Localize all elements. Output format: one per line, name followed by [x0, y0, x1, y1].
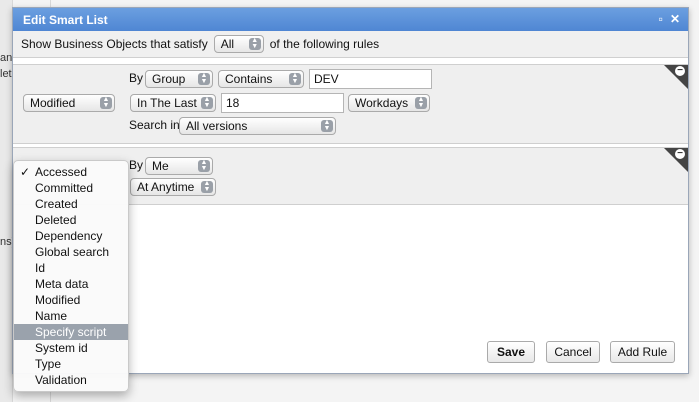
remove-rule-icon[interactable]: −	[675, 66, 685, 76]
search-in-value: All versions	[186, 119, 248, 133]
menu-item-label: Validation	[35, 373, 87, 387]
chevron-updown-icon: ▲ ▼	[289, 72, 301, 85]
match-select-value: Contains	[225, 72, 273, 86]
maximize-icon[interactable]: ▫	[659, 12, 663, 26]
time-mode-value: In The Last	[137, 96, 197, 110]
time-mode-value: At Anytime	[137, 180, 195, 194]
time-unit-select[interactable]: Workdays ▲ ▼	[348, 94, 430, 112]
menu-item-label: Type	[35, 357, 62, 371]
menu-item-label: Meta data	[35, 277, 89, 291]
add-rule-button[interactable]: Add Rule	[610, 341, 675, 363]
menu-item-label: Accessed	[35, 165, 88, 179]
menu-item[interactable]: Committed	[14, 180, 128, 196]
menu-item[interactable]: Created	[14, 196, 128, 212]
condition-bar: Show Business Objects that satisfy All ▲…	[13, 31, 688, 58]
rule-type-value: Modified	[30, 96, 76, 110]
menu-item[interactable]: Modified	[14, 292, 128, 308]
menu-item[interactable]: Id	[14, 260, 128, 276]
chevron-updown-icon: ▲ ▼	[415, 96, 427, 109]
by-select[interactable]: Me ▲ ▼	[145, 157, 213, 175]
dialog-titlebar[interactable]: Edit Smart List ▫ ✕	[13, 8, 688, 31]
menu-item-label: Created	[35, 197, 78, 211]
menu-item[interactable]: Name	[14, 308, 128, 324]
condition-select[interactable]: All ▲ ▼	[213, 35, 264, 53]
remove-rule-icon[interactable]: −	[675, 149, 685, 159]
time-mode-select[interactable]: In The Last ▲ ▼	[130, 94, 216, 112]
by-select-value: Group	[152, 72, 186, 86]
menu-item[interactable]: Global search	[14, 244, 128, 260]
chevron-updown-icon: ▲ ▼	[100, 96, 112, 109]
checkmark-icon: ✓	[20, 165, 31, 179]
cancel-button[interactable]: Cancel	[546, 341, 600, 363]
menu-item-label: Global search	[35, 245, 110, 259]
menu-item[interactable]: Meta data	[14, 276, 128, 292]
condition-suffix: of the following rules	[269, 37, 380, 51]
by-label: By	[129, 158, 144, 172]
search-in-label: Search in	[129, 118, 180, 132]
menu-item-label: Modified	[35, 293, 81, 307]
menu-item-label: Committed	[35, 181, 94, 195]
menu-item-label: Name	[35, 309, 68, 323]
match-text-input[interactable]: DEV	[309, 69, 432, 89]
menu-item[interactable]: Specify script	[14, 324, 128, 340]
chevron-updown-icon: ▲ ▼	[201, 180, 213, 193]
chevron-updown-icon: ▲ ▼	[201, 96, 213, 109]
rule-row: − Modified ▲ ▼ By Group ▲ ▼ Contains ▲ ▼ DE…	[13, 64, 688, 144]
background-text: an	[0, 52, 13, 64]
by-label: By	[129, 71, 144, 85]
menu-item-label: System id	[35, 341, 88, 355]
time-unit-value: Workdays	[355, 96, 409, 110]
menu-item[interactable]: System id	[14, 340, 128, 356]
match-select[interactable]: Contains ▲ ▼	[218, 70, 304, 88]
rule-type-dropdown-menu: ✓ Accessed Committed Created Deleted Dependen…	[13, 160, 129, 392]
close-icon[interactable]: ✕	[670, 12, 680, 26]
menu-item[interactable]: Deleted	[14, 212, 128, 228]
menu-item[interactable]: ✓ Accessed	[14, 164, 128, 180]
save-button[interactable]: Save	[487, 341, 535, 363]
menu-item-label: Specify script	[35, 325, 107, 339]
menu-item[interactable]: Type	[14, 356, 128, 372]
menu-item-label: Dependency	[35, 229, 103, 243]
chevron-updown-icon: ▲ ▼	[248, 37, 261, 50]
search-in-select[interactable]: All versions ▲ ▼	[179, 117, 336, 135]
menu-item[interactable]: Dependency	[14, 228, 128, 244]
condition-select-value: All	[220, 37, 235, 51]
time-value-input[interactable]: 18	[221, 93, 344, 113]
by-select-value: Me	[152, 159, 169, 173]
chevron-updown-icon: ▲ ▼	[321, 119, 333, 132]
menu-item-label: Id	[35, 261, 46, 275]
menu-item-label: Deleted	[35, 213, 77, 227]
rule-type-select[interactable]: Modified ▲ ▼	[23, 94, 115, 112]
chevron-updown-icon: ▲ ▼	[198, 72, 210, 85]
menu-item[interactable]: Validation	[14, 372, 128, 388]
condition-prefix: Show Business Objects that satisfy	[21, 37, 208, 51]
dialog-title: Edit Smart List	[23, 12, 108, 27]
by-select[interactable]: Group ▲ ▼	[145, 70, 213, 88]
chevron-updown-icon: ▲ ▼	[198, 159, 210, 172]
time-mode-select[interactable]: At Anytime ▲ ▼	[130, 178, 216, 196]
